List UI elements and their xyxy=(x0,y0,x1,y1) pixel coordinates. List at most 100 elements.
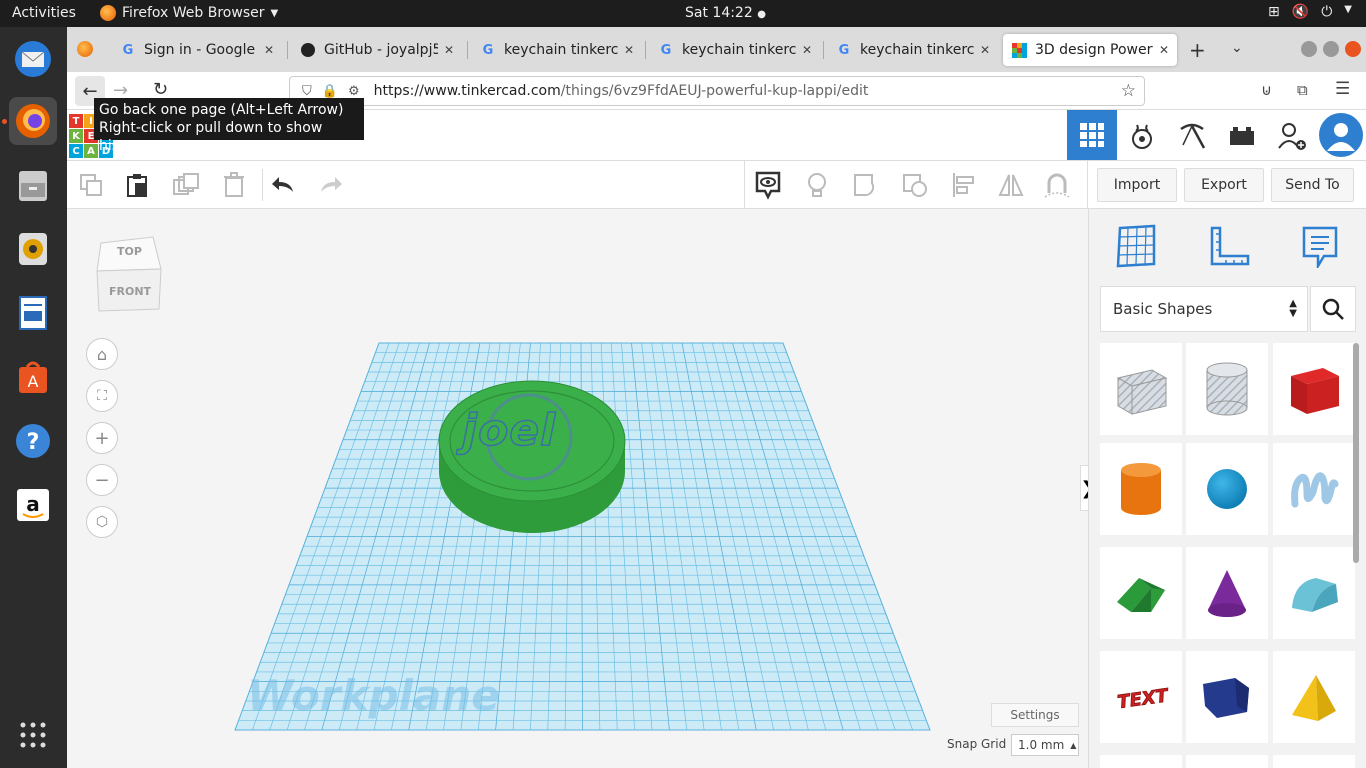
show-all-button[interactable] xyxy=(802,170,832,200)
invite-collaborators-button[interactable] xyxy=(1269,118,1315,154)
notes-button[interactable] xyxy=(753,170,783,200)
purple-cone-icon xyxy=(1208,570,1246,617)
green-roof-icon xyxy=(1117,578,1165,612)
3d-viewport[interactable]: TOP FRONT ⌂ ⛶ + − ⬡ joel Workplane Setti… xyxy=(67,209,1088,768)
shape-box[interactable] xyxy=(1273,343,1355,435)
redo-button[interactable] xyxy=(315,170,345,200)
files-icon[interactable] xyxy=(9,161,57,209)
shape-text[interactable]: TEXT xyxy=(1100,651,1182,743)
duplicate-button[interactable] xyxy=(171,170,201,200)
settings-button[interactable]: Settings xyxy=(991,703,1079,727)
shape-roof[interactable] xyxy=(1100,547,1182,639)
close-tab-icon[interactable]: ✕ xyxy=(624,43,634,57)
close-tab-icon[interactable]: ✕ xyxy=(1159,43,1169,57)
export-button[interactable]: Export xyxy=(1184,168,1264,202)
delete-button[interactable] xyxy=(219,170,249,200)
url-bar[interactable]: ⛉ 🔒 ⚙ https://www.tinkercad.com/things/6… xyxy=(289,76,1145,106)
workplane-tool-button[interactable] xyxy=(1111,221,1161,271)
add-user-icon xyxy=(1278,123,1306,150)
tab-keychain-1[interactable]: G keychain tinkercad ✕ xyxy=(472,34,642,66)
shape-polygon[interactable] xyxy=(1186,651,1268,743)
google-icon: G xyxy=(122,42,134,58)
tab-title: keychain tinkercad xyxy=(860,42,974,58)
mirror-button[interactable] xyxy=(996,170,1026,200)
extensions-icon[interactable]: ⧉ xyxy=(1297,81,1308,99)
shape-tile-partial xyxy=(1273,755,1355,768)
reload-button[interactable]: ↻ xyxy=(153,79,168,100)
sim-lab-button[interactable] xyxy=(1169,118,1215,154)
clock[interactable]: Sat 14:22 ● xyxy=(685,5,766,21)
shape-box-hole[interactable] xyxy=(1100,343,1182,435)
close-tab-icon[interactable]: ✕ xyxy=(444,43,454,57)
notes-tool-button[interactable] xyxy=(1295,221,1345,271)
maximize-icon[interactable] xyxy=(1323,41,1339,57)
software-center-icon[interactable]: A xyxy=(9,353,57,401)
blue-sphere-icon xyxy=(1207,469,1247,509)
help-icon[interactable]: ? xyxy=(9,417,57,465)
align-icon xyxy=(953,173,974,197)
firefox-view-icon[interactable] xyxy=(77,41,93,57)
shape-scribble[interactable] xyxy=(1273,443,1355,535)
close-tab-icon[interactable]: ✕ xyxy=(980,43,990,57)
align-button[interactable] xyxy=(949,170,979,200)
close-window-icon[interactable] xyxy=(1345,41,1361,57)
paste-button[interactable] xyxy=(122,170,152,200)
speech-eye-icon xyxy=(755,171,781,200)
new-tab-icon[interactable]: + xyxy=(1189,38,1206,62)
cruise-button[interactable] xyxy=(1042,170,1072,200)
keychain-text[interactable]: joel xyxy=(461,404,556,457)
bookmark-star-icon[interactable]: ☆ xyxy=(1121,81,1136,101)
pocket-icon[interactable]: ⊍ xyxy=(1261,81,1272,99)
close-tab-icon[interactable]: ✕ xyxy=(264,43,274,57)
shape-pyramid[interactable] xyxy=(1273,651,1355,743)
tab-github[interactable]: GitHub - joyalpj57 ✕ xyxy=(292,34,462,66)
minimize-icon[interactable] xyxy=(1301,41,1317,57)
thunderbird-icon[interactable] xyxy=(9,35,57,83)
tab-strip: G Sign in - Google Ac ✕ GitHub - joyalpj… xyxy=(67,27,1366,72)
3d-design-view-button[interactable] xyxy=(1067,110,1117,160)
shape-cone[interactable] xyxy=(1186,547,1268,639)
tab-keychain-3[interactable]: G keychain tinkercad ✕ xyxy=(828,34,998,66)
shape-search-button[interactable] xyxy=(1310,286,1356,332)
shape-cylinder-hole[interactable] xyxy=(1186,343,1268,435)
shapes-scrollbar[interactable] xyxy=(1353,343,1359,563)
lock-icon: 🔒 xyxy=(321,83,338,99)
bricks-view-button[interactable] xyxy=(1219,118,1265,154)
ungroup-button[interactable] xyxy=(900,170,930,200)
undo-button[interactable] xyxy=(269,170,299,200)
keychain-object[interactable] xyxy=(438,380,626,533)
system-tray[interactable]: ⊞ 🔇 ⏻ ▼ xyxy=(1268,4,1352,20)
user-avatar[interactable] xyxy=(1319,113,1363,157)
close-tab-icon[interactable]: ✕ xyxy=(802,43,812,57)
import-button[interactable]: Import xyxy=(1097,168,1177,202)
notification-dot-icon: ● xyxy=(757,9,766,20)
show-apps-icon[interactable] xyxy=(9,711,57,759)
firefox-dock-icon[interactable] xyxy=(9,97,57,145)
libreoffice-writer-icon[interactable] xyxy=(9,289,57,337)
amazon-icon[interactable]: a xyxy=(9,481,57,529)
list-tabs-icon[interactable]: ⌄ xyxy=(1231,40,1243,56)
blocks-view-button[interactable] xyxy=(1119,118,1165,154)
shape-round-roof[interactable] xyxy=(1273,547,1355,639)
shape-cylinder[interactable] xyxy=(1100,443,1182,535)
workplane[interactable] xyxy=(67,209,1088,768)
copy-button[interactable] xyxy=(76,170,106,200)
hamburger-menu-icon[interactable]: ☰ xyxy=(1335,79,1350,99)
toolbar-divider xyxy=(744,161,745,209)
tab-3d-design[interactable]: 3D design Powerfu ✕ xyxy=(1003,34,1177,66)
tab-google-signin[interactable]: G Sign in - Google Ac ✕ xyxy=(112,34,282,66)
ruler-tool-button[interactable] xyxy=(1203,221,1253,271)
send-to-button[interactable]: Send To xyxy=(1271,168,1354,202)
tab-keychain-2[interactable]: G keychain tinkercad ✕ xyxy=(650,34,820,66)
rhythmbox-icon[interactable] xyxy=(9,225,57,273)
snap-grid-select[interactable]: 1.0 mm ▲ xyxy=(1011,734,1079,756)
firefox-icon xyxy=(100,5,116,21)
group-button[interactable] xyxy=(851,170,881,200)
redo-icon xyxy=(321,177,342,192)
shape-category-select[interactable]: Basic Shapes ▲ ▼ xyxy=(1100,286,1308,332)
shape-sphere[interactable] xyxy=(1186,443,1268,535)
app-menu[interactable]: Firefox Web Browser ▼ xyxy=(100,5,278,21)
logo-letter: A xyxy=(84,144,98,158)
chevron-up-icon: ▲ xyxy=(1070,740,1077,750)
activities-button[interactable]: Activities xyxy=(12,5,76,21)
